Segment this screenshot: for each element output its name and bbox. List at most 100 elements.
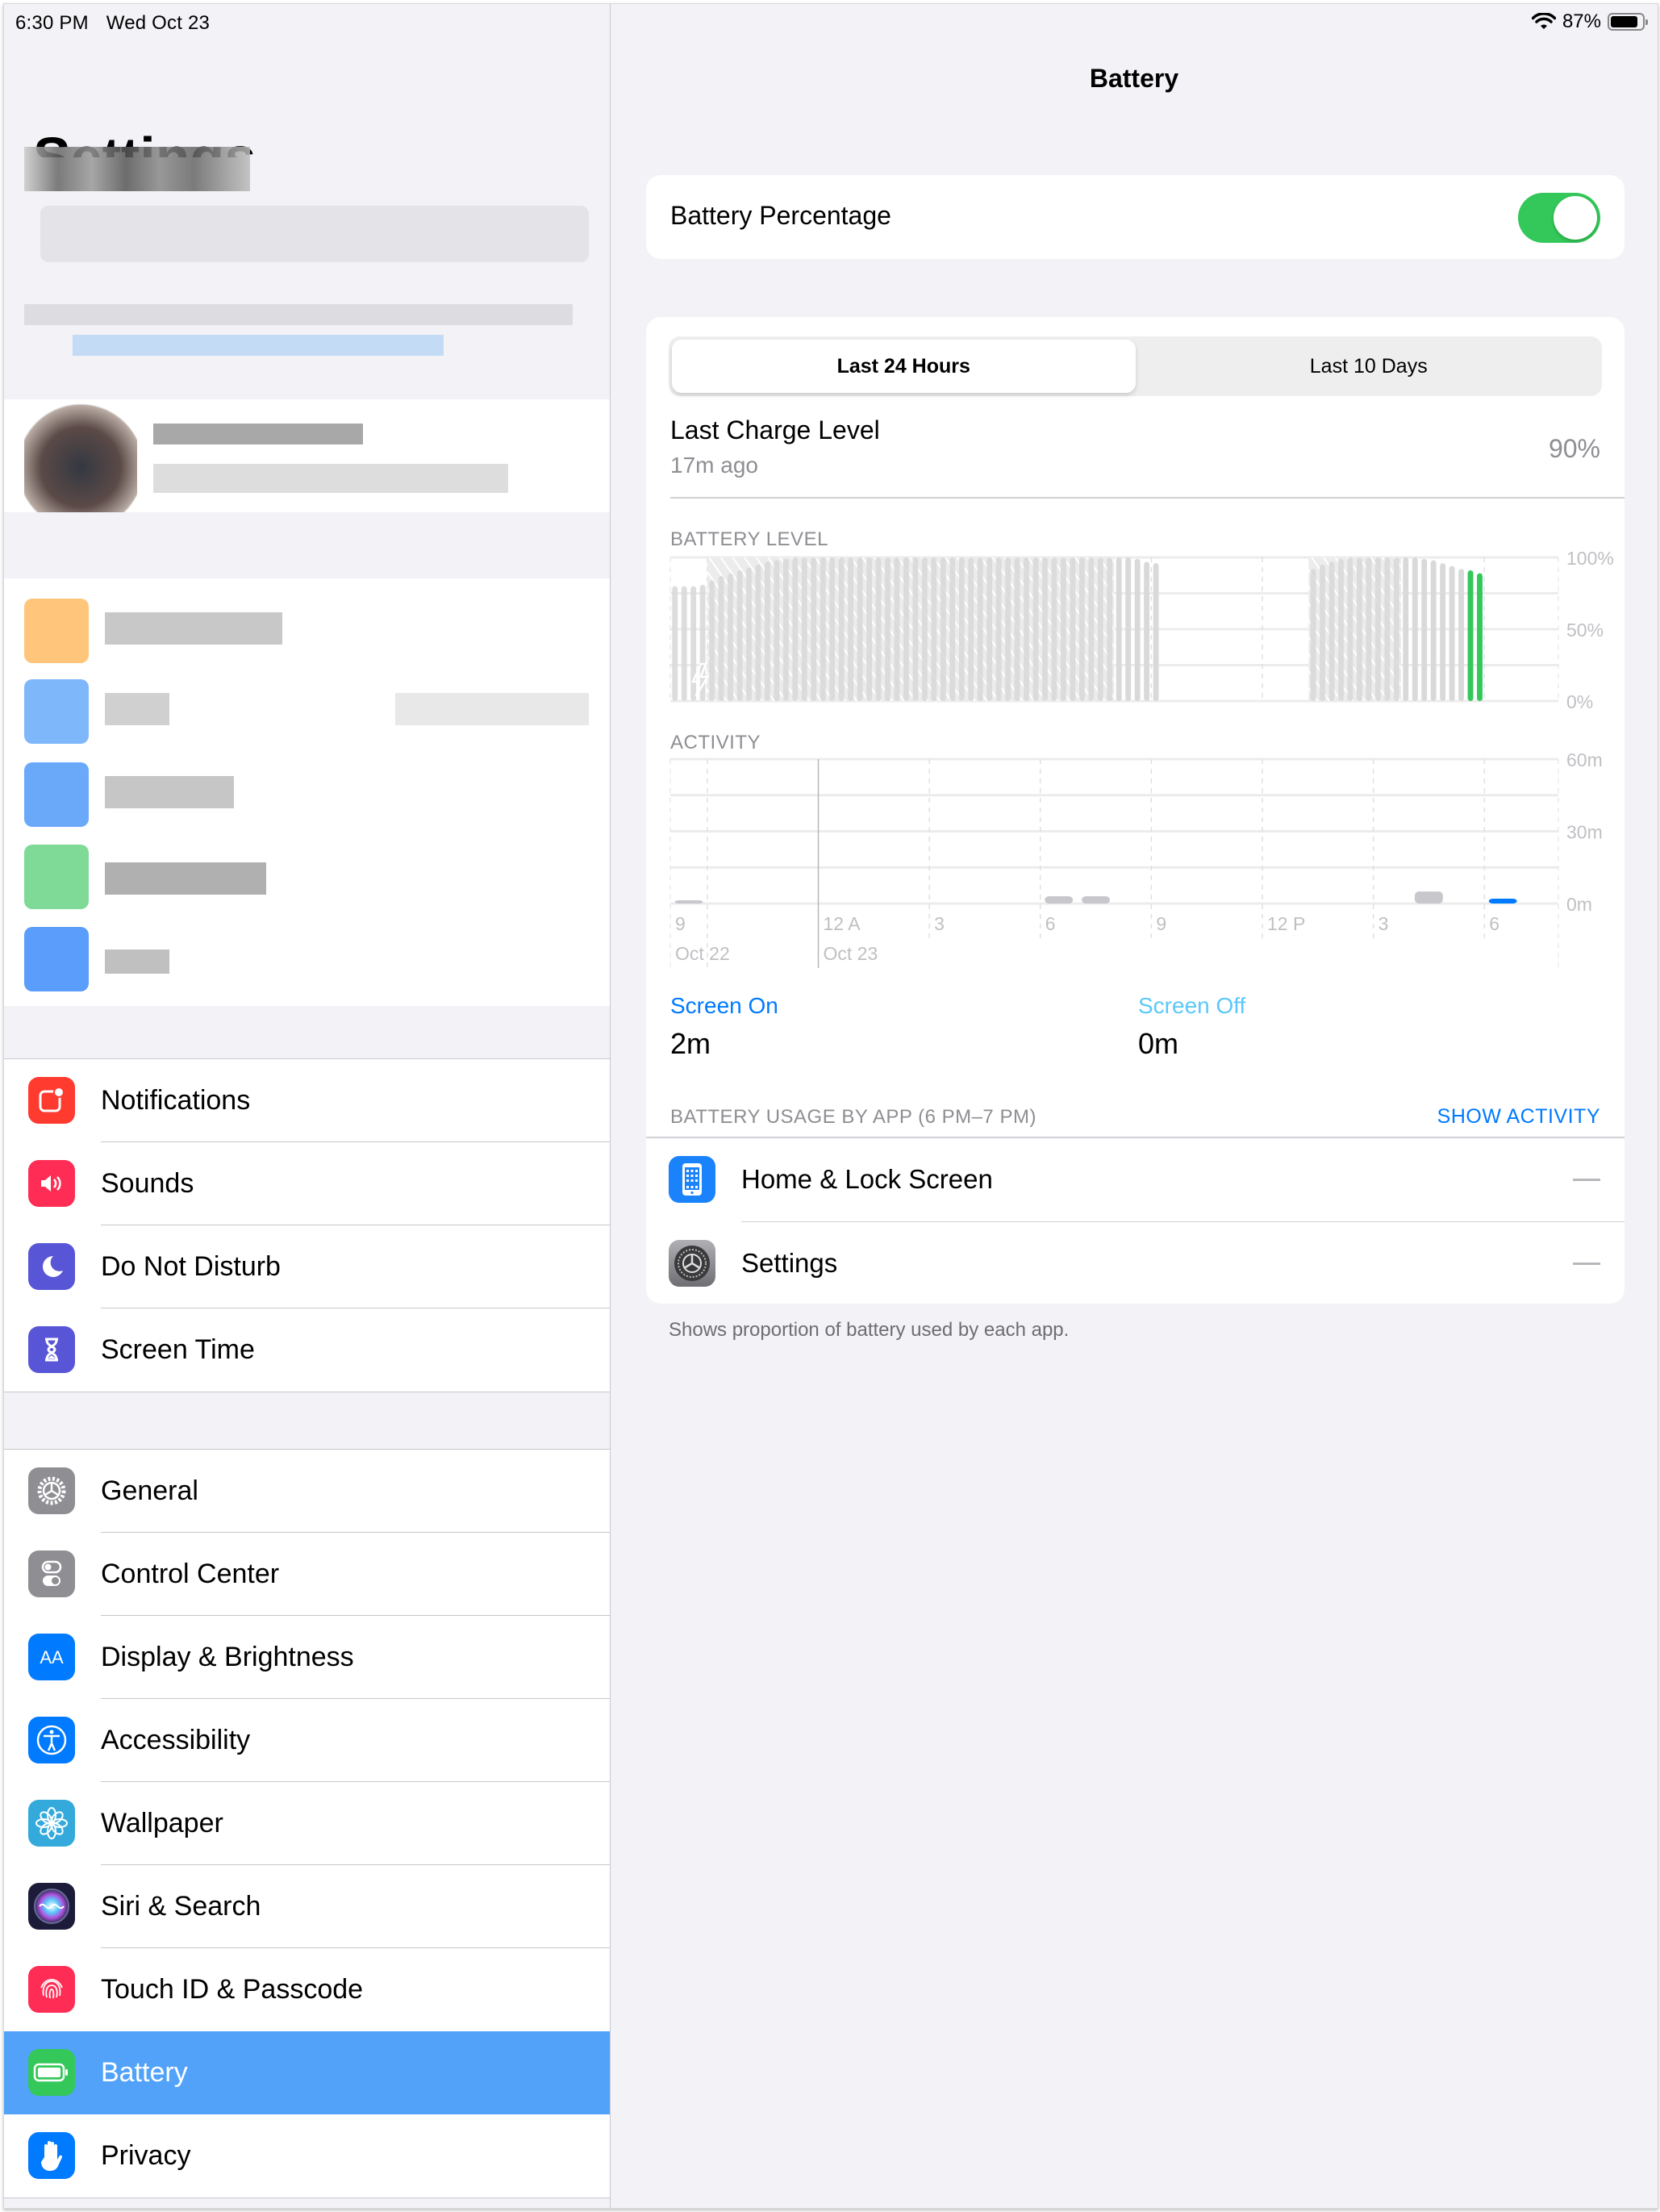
- battery-bar: [1153, 563, 1159, 701]
- screen-off-label: Screen Off: [1138, 993, 1246, 1018]
- hourglass-icon: [28, 1326, 75, 1373]
- moon-icon: [28, 1243, 75, 1290]
- battery-bar: [1403, 557, 1409, 701]
- battery-bar: [782, 558, 789, 701]
- sidebar-item-sounds[interactable]: Sounds: [4, 1142, 610, 1225]
- battery-bar: [848, 557, 854, 701]
- x-date-label: Oct 22: [675, 943, 730, 964]
- activity-bar: [1082, 896, 1110, 904]
- battery-bar: [1051, 557, 1057, 701]
- activity-ytick-label: 30m: [1566, 822, 1603, 843]
- app-row-home-lock-screen[interactable]: Home & Lock Screen: [646, 1138, 1625, 1222]
- activity-bar: [1488, 899, 1517, 904]
- show-activity-button[interactable]: SHOW ACTIVITY: [1437, 1105, 1600, 1129]
- battery-bar: [968, 557, 974, 701]
- battery-bar: [931, 557, 937, 701]
- battery-bar: [690, 586, 697, 701]
- sidebar-item-label: Notifications: [101, 1085, 251, 1116]
- avatar[interactable]: [24, 399, 137, 512]
- sidebar-item-do-not-disturb[interactable]: Do Not Disturb: [4, 1225, 610, 1308]
- sidebar-item-privacy[interactable]: Privacy: [4, 2114, 610, 2197]
- sidebar-item-label: Battery: [101, 2057, 188, 2088]
- battery-bar: [1421, 558, 1428, 701]
- status-bar-left: 6:30 PM Wed Oct 23: [15, 12, 227, 35]
- sidebar-item-notifications[interactable]: Notifications: [4, 1059, 610, 1142]
- battery-bar: [1070, 557, 1076, 701]
- sidebar-item-touch-id-passcode[interactable]: Touch ID & Passcode: [4, 1948, 610, 2031]
- battery-bar: [1440, 563, 1446, 701]
- sidebar-item-screen-time[interactable]: Screen Time: [4, 1308, 610, 1392]
- status-bar-right: 87%: [1531, 10, 1648, 33]
- battery-bar: [1042, 557, 1048, 701]
- redacted-link[interactable]: [73, 335, 444, 356]
- redacted-icon: [24, 599, 89, 663]
- redacted-label: [105, 862, 266, 895]
- app-row-settings[interactable]: Settings: [646, 1222, 1625, 1306]
- activity-bar: [674, 900, 703, 904]
- redacted-icon: [24, 845, 89, 909]
- svg-text:AA: AA: [40, 1647, 64, 1667]
- sidebar-item-general[interactable]: General: [4, 1450, 610, 1533]
- battery-bar: [1338, 558, 1344, 701]
- sidebar-item-control-center[interactable]: Control Center: [4, 1533, 610, 1616]
- fingerprint-icon: [28, 1966, 75, 2013]
- battery-bar: [728, 573, 733, 701]
- battery-bar: [1366, 557, 1372, 701]
- battery-bar: [672, 586, 678, 701]
- activity-bar: [1415, 891, 1443, 904]
- sidebar-item-accessibility[interactable]: Accessibility: [4, 1699, 610, 1782]
- search-field-redacted[interactable]: [40, 206, 589, 262]
- toggles-icon: [28, 1550, 75, 1597]
- battery-bar: [709, 580, 715, 701]
- settings-app-icon: [669, 1240, 715, 1287]
- battery-bar: [746, 567, 752, 701]
- battery-bar: [1078, 557, 1085, 701]
- text-size-icon: AA: [28, 1634, 75, 1680]
- sidebar-item-label: Do Not Disturb: [101, 1251, 281, 1282]
- battery-bar: [1458, 569, 1465, 701]
- battery-bar: [1014, 557, 1020, 701]
- sidebar-item-label: Sounds: [101, 1168, 194, 1199]
- battery-bar: [958, 557, 965, 701]
- sidebar-item-display-brightness[interactable]: AA Display & Brightness: [4, 1616, 610, 1699]
- battery-bar: [885, 557, 890, 701]
- sidebar-item-siri-search[interactable]: Siri & Search: [4, 1865, 610, 1948]
- sidebar-item-battery[interactable]: Battery: [4, 2031, 610, 2114]
- profile-name-redacted[interactable]: [153, 424, 363, 444]
- battery-bar: [995, 557, 1002, 701]
- battery-bar: [755, 564, 761, 701]
- battery-percentage-toggle[interactable]: [1518, 193, 1600, 243]
- battery-bar: [903, 557, 909, 701]
- battery-bar: [1449, 566, 1455, 701]
- sidebar-item-label: Control Center: [101, 1559, 280, 1589]
- hand-icon: [28, 2132, 75, 2179]
- sidebar-item-label: Display & Brightness: [101, 1642, 354, 1672]
- accessibility-icon: [28, 1717, 75, 1763]
- settings-group-1: Notifications Sounds Do Not Disturb Screen …: [4, 1058, 610, 1392]
- redacted-text: [24, 304, 573, 325]
- sidebar-item-label: Siri & Search: [101, 1891, 261, 1922]
- sidebar: 6:30 PM Wed Oct 23 Settings Notifications…: [4, 4, 611, 2208]
- battery-bar: [1412, 557, 1418, 701]
- battery-bar: [1097, 557, 1103, 701]
- battery-bar: [1328, 561, 1335, 701]
- battery-bar: [774, 560, 780, 701]
- flower-icon: [28, 1800, 75, 1847]
- sidebar-item-wallpaper[interactable]: Wallpaper: [4, 1782, 610, 1865]
- battery-bar: [1107, 557, 1113, 701]
- redacted-group: [4, 578, 610, 1006]
- battery-bar: [1060, 557, 1066, 701]
- battery-bar: [1347, 557, 1353, 701]
- battery-percentage-label: Battery Percentage: [670, 201, 891, 230]
- battery-charts[interactable]: 100% 50% 0% 9 Oct 22 12 A Oct 23 3 6 9 12 P 3 6 60m 30…: [646, 317, 1622, 979]
- app-name: Home & Lock Screen: [741, 1164, 993, 1194]
- redacted-icon: [24, 762, 89, 827]
- x-tick-label: 9: [1156, 913, 1166, 934]
- battery-bar: [820, 557, 826, 701]
- x-tick-label: 12 A: [824, 913, 861, 934]
- redacted-title-overlay: [24, 147, 250, 191]
- battery-bar: [1393, 557, 1399, 701]
- battery-bar: [1134, 558, 1141, 701]
- profile-group: [4, 399, 610, 512]
- redacted-label: [105, 776, 234, 808]
